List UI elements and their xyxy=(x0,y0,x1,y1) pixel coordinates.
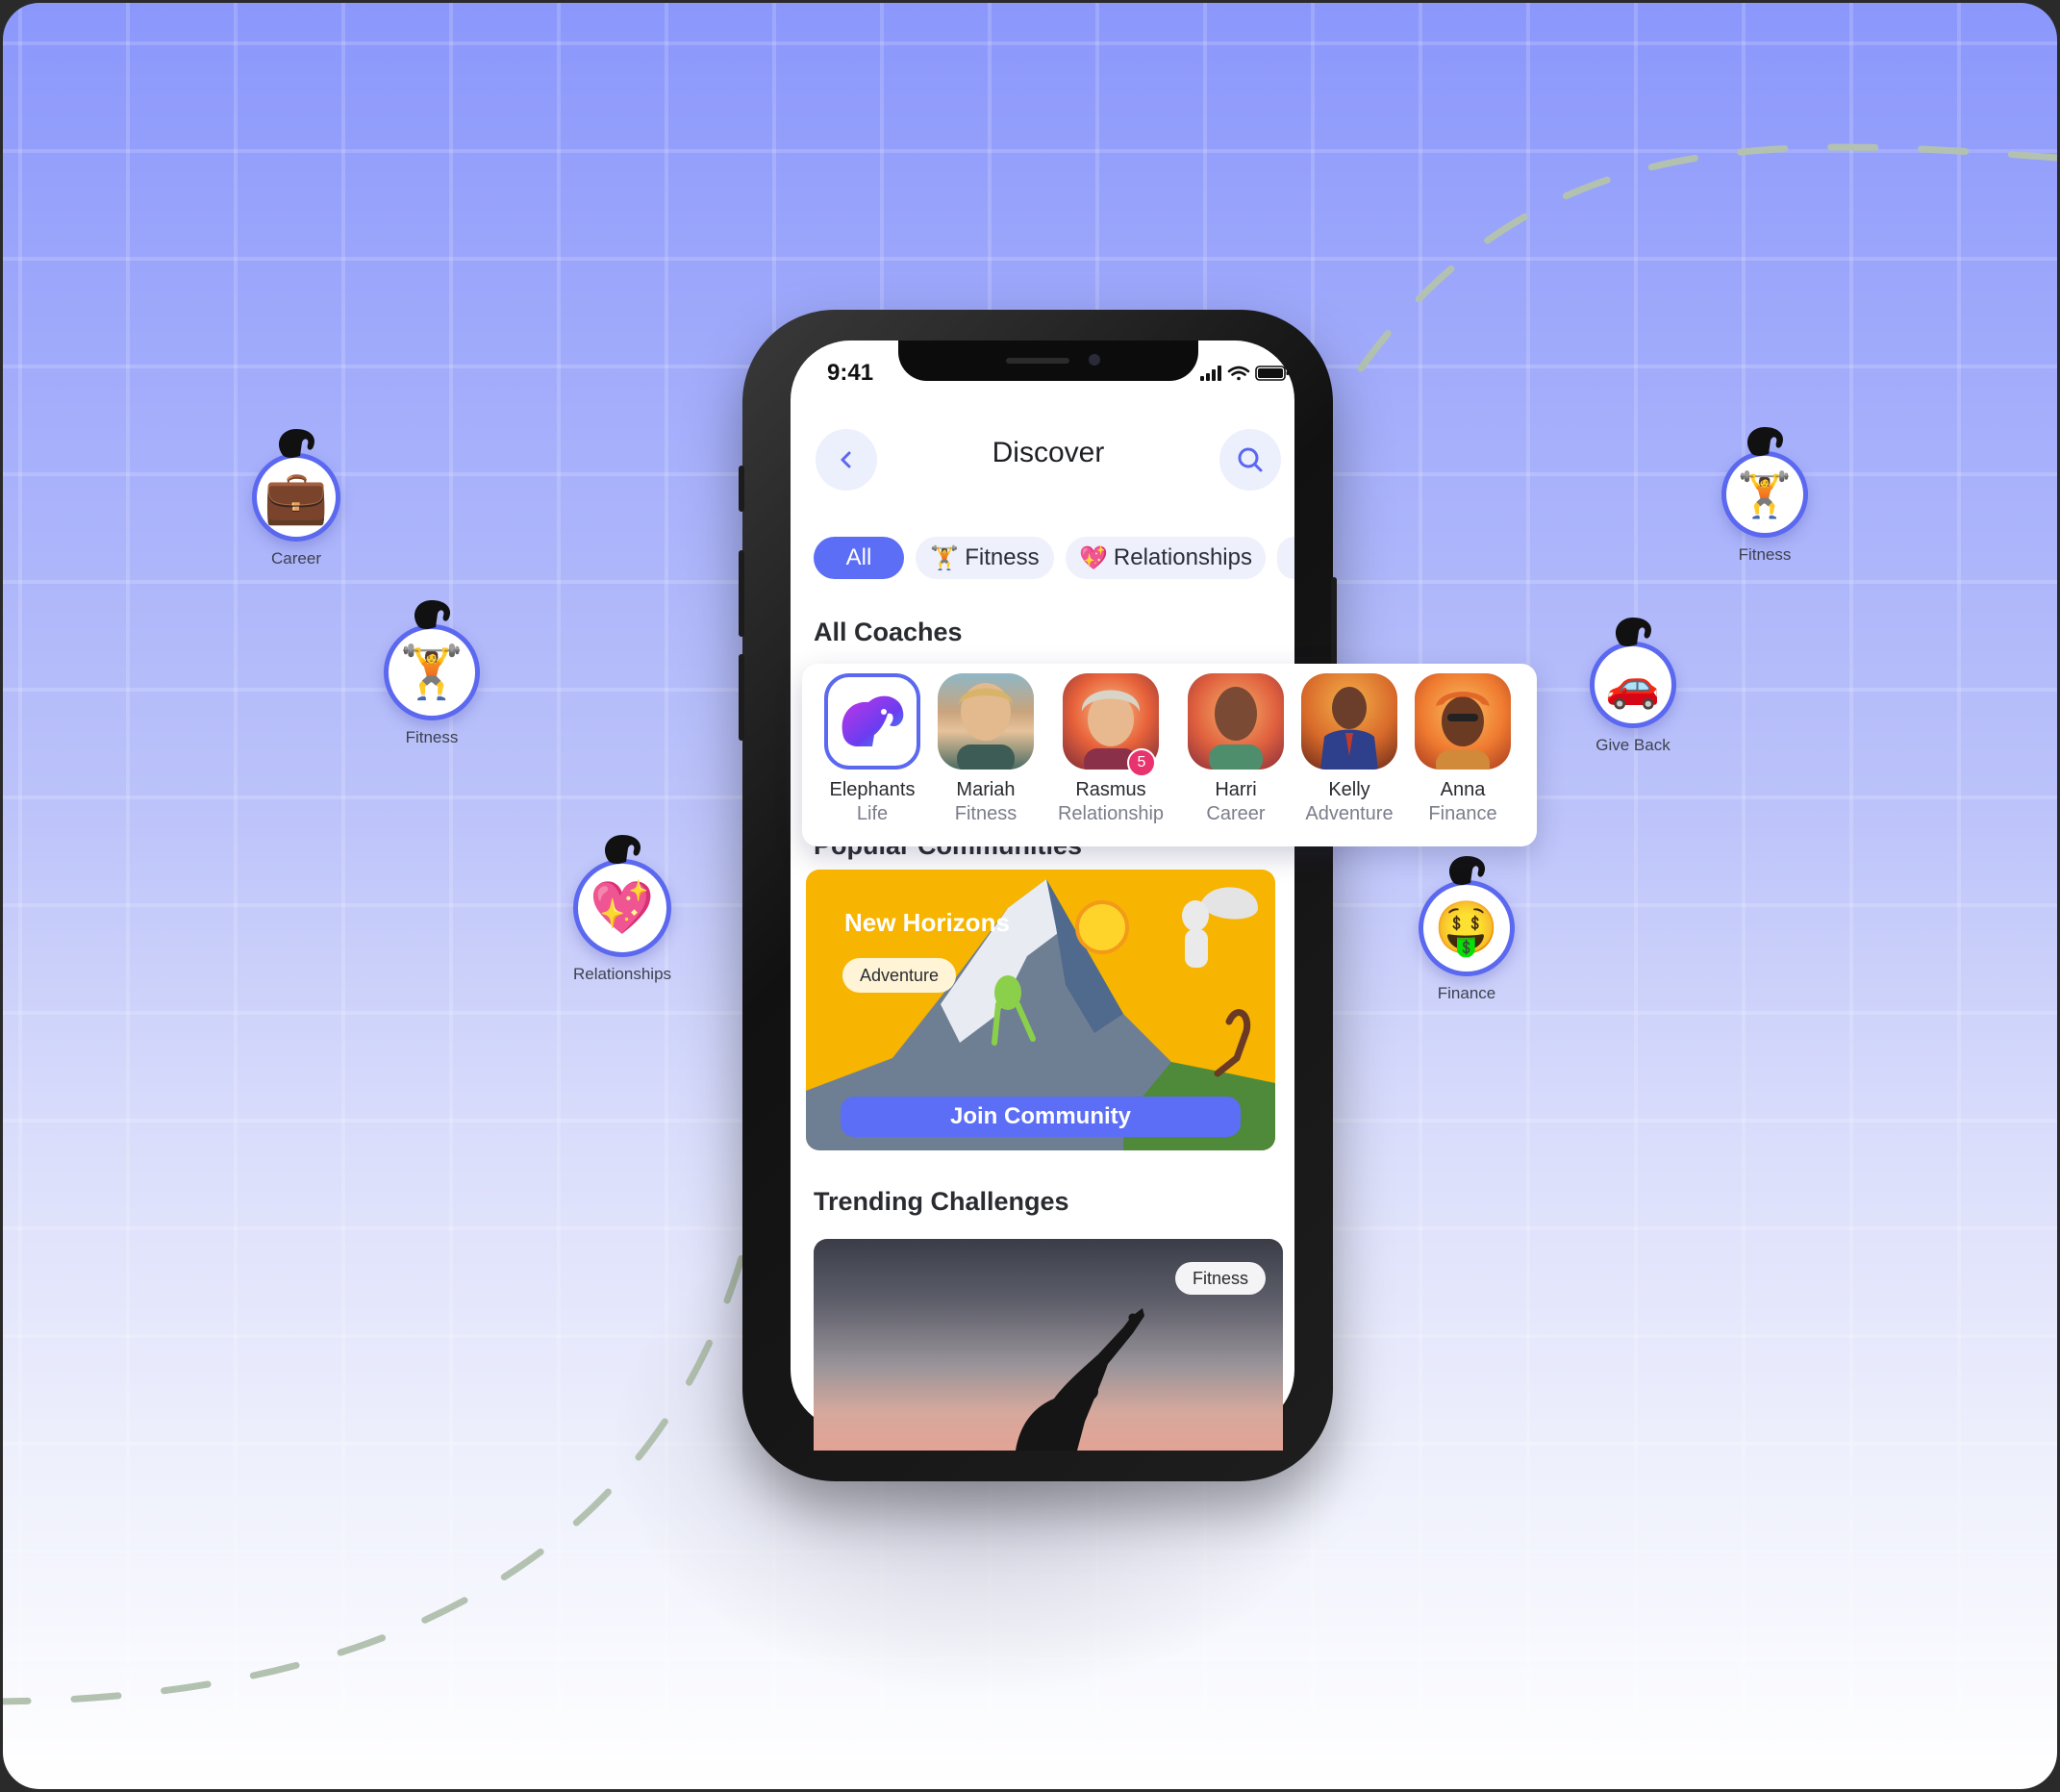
community-tag: Adventure xyxy=(842,958,957,993)
sparkling-heart-icon: 💖 xyxy=(590,877,655,938)
sparkling-heart-icon: 💖 xyxy=(1079,544,1108,571)
filter-chip-relationships[interactable]: 💖 Relationships xyxy=(1066,537,1266,579)
floating-finance[interactable]: 🤑 Finance xyxy=(1370,856,1563,1003)
coach-avatar xyxy=(1301,673,1397,770)
category-ring: 🚗 xyxy=(1590,618,1676,728)
coach-role: Finance xyxy=(1428,803,1497,824)
phone-camera xyxy=(1089,354,1100,366)
page-title: Discover xyxy=(992,437,1105,468)
challenge-tag: Fitness xyxy=(1174,1262,1266,1295)
elephant-mascot-icon xyxy=(278,429,315,458)
coach-role: Career xyxy=(1206,803,1266,824)
floating-fitness-right[interactable]: 🏋️ Fitness xyxy=(1669,427,1861,565)
community-card[interactable]: New Horizons Adventure Join Community xyxy=(806,870,1275,1150)
coach-name: Mariah xyxy=(956,779,1016,800)
category-label: Career xyxy=(271,549,321,568)
elephant-mascot-icon xyxy=(1615,618,1652,646)
coach-name: Kelly xyxy=(1328,779,1370,800)
coach-name: Harri xyxy=(1215,779,1257,800)
coach-avatar xyxy=(1188,673,1284,770)
coach-portrait xyxy=(1320,687,1378,770)
mute-switch xyxy=(739,466,744,512)
category-label: Fitness xyxy=(405,728,459,746)
category-label: Give Back xyxy=(1595,736,1671,754)
coach-item[interactable]: Elephants Life xyxy=(816,673,929,825)
coach-role: Fitness xyxy=(954,803,1017,824)
coach-name: Anna xyxy=(1440,779,1486,800)
status-icons xyxy=(1200,366,1289,381)
notification-badge: 5 xyxy=(1127,748,1156,777)
battery-icon xyxy=(1255,366,1289,381)
money-mouth-face-icon: 🤑 xyxy=(1434,897,1499,958)
weightlifter-icon: 🏋️ xyxy=(930,544,960,571)
filter-chip-label: Relationships xyxy=(1113,544,1252,570)
coach-item[interactable]: Anna Finance xyxy=(1406,673,1520,825)
filter-chip-label: Fitness xyxy=(965,544,1040,570)
floating-career[interactable]: 💼 Career xyxy=(200,429,392,568)
coach-name: Rasmus xyxy=(1075,779,1146,800)
filter-chip-all[interactable]: All xyxy=(814,537,904,579)
coach-item[interactable]: Kelly Adventure xyxy=(1293,673,1406,825)
search-button[interactable] xyxy=(1219,429,1281,491)
category-ring: 💖 xyxy=(573,835,671,957)
coach-portrait xyxy=(1209,687,1263,770)
category-label: Finance xyxy=(1437,984,1496,1002)
coach-avatar xyxy=(824,673,920,770)
community-title: New Horizons xyxy=(844,908,1010,937)
floating-give-back[interactable]: 🚗 Give Back xyxy=(1537,618,1729,755)
coach-portrait xyxy=(1436,692,1490,770)
wifi-icon xyxy=(1227,366,1250,381)
floating-fitness-left[interactable]: 🏋️ Fitness xyxy=(336,600,528,747)
coach-role: Life xyxy=(856,803,889,824)
floating-relationships[interactable]: 💖 Relationships xyxy=(526,835,718,984)
coach-portrait xyxy=(957,683,1015,770)
coach-role: Relationship xyxy=(1057,803,1165,824)
phone-speaker xyxy=(1006,358,1069,364)
coach-item[interactable]: Mariah Fitness xyxy=(929,673,1043,825)
category-ring: 🏋️ xyxy=(384,600,480,720)
challenge-card[interactable]: Fitness xyxy=(814,1239,1283,1451)
signal-icon xyxy=(1200,366,1221,381)
filter-chip-fitness[interactable]: 🏋️ Fitness xyxy=(916,537,1054,579)
back-button[interactable] xyxy=(816,429,877,491)
weightlifter-icon: 🏋️ xyxy=(1737,468,1793,520)
coach-role: Adventure xyxy=(1305,803,1394,824)
elephant-mascot-icon xyxy=(604,835,641,864)
category-ring: 💼 xyxy=(252,429,340,542)
category-label: Relationships xyxy=(572,965,672,983)
coach-avatar xyxy=(938,673,1034,770)
category-label: Fitness xyxy=(1738,545,1792,564)
join-community-button[interactable]: Join Community xyxy=(841,1097,1241,1137)
coaches-carousel[interactable]: Elephants Life Mariah Fitness 5 Rasmus R… xyxy=(802,664,1537,846)
category-ring: 🤑 xyxy=(1419,856,1515,976)
chevron-left-icon xyxy=(841,451,851,468)
coach-item[interactable]: 5 Rasmus Relationship xyxy=(1054,673,1168,825)
coach-avatar xyxy=(1415,673,1511,770)
weightlifter-icon: 🏋️ xyxy=(399,642,465,702)
section-title-coaches: All Coaches xyxy=(814,618,963,646)
briefcase-icon: 💼 xyxy=(264,467,329,527)
coach-item[interactable]: Harri Career xyxy=(1179,673,1293,825)
volume-down-button xyxy=(739,654,744,741)
status-time: 9:41 xyxy=(827,360,874,386)
elephant-logo-icon xyxy=(842,695,904,746)
category-ring: 🏋️ xyxy=(1721,427,1808,538)
elephant-mascot-icon xyxy=(414,600,451,629)
elephant-mascot-icon xyxy=(1448,856,1486,885)
volume-up-button xyxy=(739,550,744,637)
car-icon: 🚗 xyxy=(1605,659,1661,711)
elephant-mascot-icon xyxy=(1746,427,1784,456)
section-title-challenges: Trending Challenges xyxy=(814,1187,1069,1216)
search-icon xyxy=(1238,447,1263,472)
coach-name: Elephants xyxy=(829,779,916,800)
filter-chip-label: All xyxy=(845,544,872,570)
